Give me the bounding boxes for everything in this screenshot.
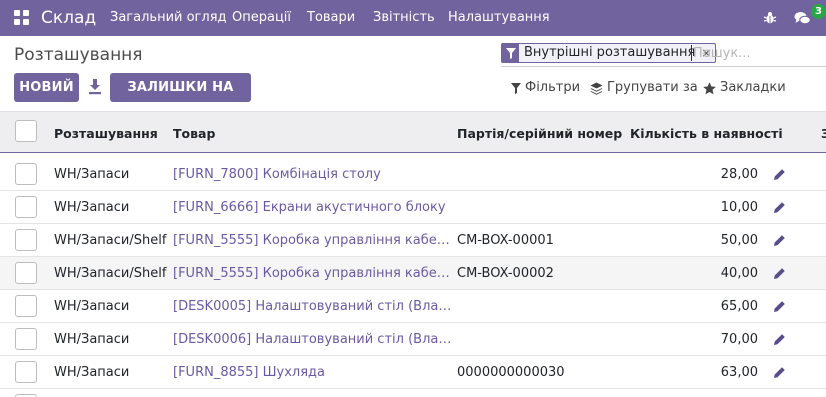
table-row[interactable]: WH/Запаси [FURN_7800] Комбінація столу 2… <box>0 158 826 191</box>
cell-quantity: 70,00 <box>720 332 758 347</box>
cell-lot: CM-BOX-00002 <box>457 266 554 281</box>
row-checkbox[interactable] <box>15 163 37 185</box>
table-row[interactable]: WH/Запаси [DESK0006] Налаштовуваний стіл… <box>0 323 826 356</box>
cell-lot: 0000000000030 <box>457 365 565 380</box>
cell-product[interactable]: [FURN_5555] Коробка управління кабелем <box>173 233 453 249</box>
row-checkbox[interactable] <box>15 295 37 317</box>
row-checkbox[interactable] <box>15 229 37 251</box>
table-header: Розташування Товар Партія/серійний номер… <box>0 111 826 153</box>
cell-location: WH/Запаси/Shelf 2 <box>54 233 168 248</box>
filters-label: Фільтри <box>525 80 581 95</box>
menu-item-reporting[interactable]: Звітність <box>373 10 435 26</box>
page-title: Розташування <box>14 45 143 65</box>
select-all-checkbox[interactable] <box>15 120 37 142</box>
app-brand[interactable]: Склад <box>41 7 96 29</box>
cell-quantity: 63,00 <box>720 365 758 380</box>
cell-location: WH/Запаси <box>54 167 130 182</box>
cell-location: WH/Запаси <box>54 299 130 314</box>
facet-label: Внутрішні розташування <box>524 45 696 60</box>
cell-quantity: 50,00 <box>720 233 758 248</box>
top-navbar: Склад Загальний огляд Операції Товари Зв… <box>0 0 826 36</box>
apps-menu-icon[interactable] <box>14 10 29 25</box>
search-input[interactable] <box>693 43 826 63</box>
search-facet: Внутрішні розташування × <box>501 43 717 63</box>
pencil-icon[interactable] <box>773 300 786 313</box>
download-icon[interactable] <box>88 79 102 95</box>
pencil-icon[interactable] <box>773 267 786 280</box>
favorites-label: Закладки <box>720 80 786 95</box>
new-button[interactable]: НОВИЙ <box>14 73 79 102</box>
row-checkbox[interactable] <box>15 328 37 350</box>
pencil-icon[interactable] <box>773 201 786 214</box>
pencil-icon[interactable] <box>773 333 786 346</box>
bug-icon[interactable] <box>763 11 777 25</box>
cell-location: WH/Запаси <box>54 332 130 347</box>
menu-item-operations[interactable]: Операції <box>232 10 291 26</box>
table-row[interactable]: WH/Запаси [FURN_8855] Шухляда 0000000000… <box>0 356 826 389</box>
menu-item-products[interactable]: Товари <box>307 10 355 26</box>
cell-quantity: 40,00 <box>720 266 758 281</box>
cell-location: WH/Запаси <box>54 365 130 380</box>
cell-quantity: 10,00 <box>720 200 758 215</box>
cell-product[interactable]: [FURN_6666] Екрани акустичного блоку <box>173 200 453 216</box>
column-header-lot[interactable]: Партія/серійний номер <box>457 126 622 141</box>
column-header-next[interactable]: З <box>821 126 826 141</box>
column-header-quantity[interactable]: Кількість в наявності <box>630 126 783 141</box>
cell-lot: CM-BOX-00001 <box>457 233 554 248</box>
pencil-icon[interactable] <box>773 234 786 247</box>
cell-location: WH/Запаси <box>54 200 130 215</box>
row-checkbox[interactable] <box>15 196 37 218</box>
cell-quantity: 28,00 <box>720 167 758 182</box>
filters-button[interactable]: Фільтри <box>511 80 580 96</box>
favorites-button[interactable]: Закладки <box>703 80 786 96</box>
table-row[interactable]: WH/Запаси/Shelf 2 [FURN_5555] Коробка уп… <box>0 257 826 290</box>
table-row-partial <box>0 389 826 397</box>
table-row[interactable]: WH/Запаси/Shelf 2 [FURN_5555] Коробка уп… <box>0 224 826 257</box>
cell-product[interactable]: [FURN_5555] Коробка управління кабелем <box>173 266 453 282</box>
filter-facet-icon <box>502 43 519 63</box>
row-checkbox[interactable] <box>15 361 37 383</box>
menu-item-configuration[interactable]: Налаштування <box>448 10 550 26</box>
cell-quantity: 65,00 <box>720 299 758 314</box>
layers-icon <box>590 82 603 95</box>
pencil-icon[interactable] <box>773 168 786 181</box>
group-by-label: Групувати за <box>607 80 698 95</box>
text-cursor <box>691 45 692 61</box>
search-underline <box>501 66 826 67</box>
cell-product[interactable]: [FURN_7800] Комбінація столу <box>173 167 453 183</box>
chat-icon[interactable] <box>794 11 811 26</box>
filter-icon <box>511 82 521 94</box>
star-icon <box>703 81 716 94</box>
chat-count-badge: 3 <box>811 4 826 19</box>
row-checkbox[interactable] <box>15 262 37 284</box>
cell-location: WH/Запаси/Shelf 2 <box>54 266 168 281</box>
table-row[interactable]: WH/Запаси [FURN_6666] Екрани акустичного… <box>0 191 826 224</box>
cell-product[interactable]: [FURN_8855] Шухляда <box>173 365 453 381</box>
table-row[interactable]: WH/Запаси [DESK0005] Налаштовуваний стіл… <box>0 290 826 323</box>
column-header-product[interactable]: Товар <box>173 126 215 141</box>
cell-product[interactable]: [DESK0006] Налаштовуваний стіл (Власний,… <box>173 332 453 348</box>
pencil-icon[interactable] <box>773 366 786 379</box>
group-by-button[interactable]: Групувати за <box>590 80 698 96</box>
menu-item-overview[interactable]: Загальний огляд <box>110 10 227 26</box>
column-header-location[interactable]: Розташування <box>54 126 158 141</box>
cell-product[interactable]: [DESK0005] Налаштовуваний стіл (Власний,… <box>173 299 453 315</box>
inventory-at-date-button[interactable]: ЗАЛИШКИ НА ДАТУ <box>110 73 251 124</box>
